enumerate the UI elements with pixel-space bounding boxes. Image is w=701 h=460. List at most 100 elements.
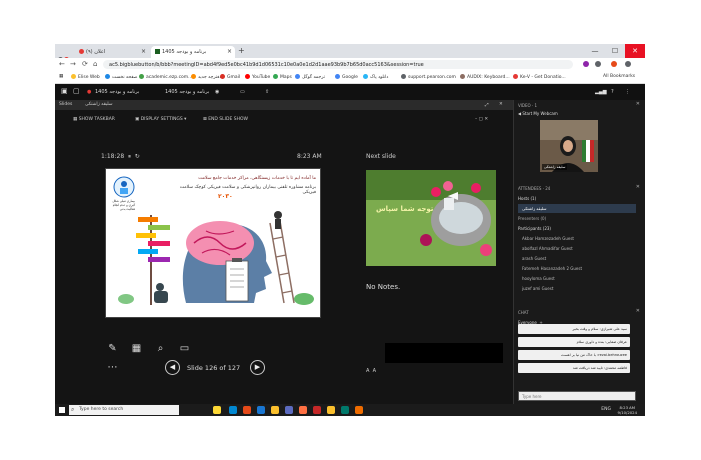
bookmark-item[interactable]: support.pearson.com: [401, 74, 456, 80]
forward-arrow-icon[interactable]: →: [70, 60, 76, 68]
close-icon[interactable]: ✕: [636, 308, 640, 314]
file-explorer-icon[interactable]: [271, 406, 279, 414]
speaker-notes: No Notes.: [366, 283, 401, 291]
window-control-icon[interactable]: – ▢ ✕: [475, 117, 488, 122]
minimize-button[interactable]: —: [585, 44, 605, 58]
back-arrow-icon[interactable]: ←: [59, 60, 65, 68]
firefox-icon[interactable]: [299, 406, 307, 414]
youtube-icon: [245, 74, 250, 79]
menu-dots-icon[interactable]: [625, 61, 631, 67]
office-icon[interactable]: [243, 406, 251, 414]
reload-icon[interactable]: ⟳: [82, 60, 88, 68]
extension-icon[interactable]: [595, 61, 601, 67]
language-indicator[interactable]: ENG: [601, 407, 611, 412]
presentation-header: Slides سلیقه زاشتکی ⤢ ✕: [55, 100, 513, 110]
users-toggle-icon[interactable]: ▣: [61, 87, 68, 95]
pen-icon[interactable]: ✎: [107, 343, 118, 354]
slide-grid-icon[interactable]: ▦: [131, 343, 142, 354]
bookmark-item[interactable]: دانلود پاک: [363, 74, 388, 80]
bookmark-icon: [191, 74, 196, 79]
chat-header: CHAT: [518, 310, 529, 315]
connection-icon: ▂▄▆: [595, 89, 607, 95]
close-icon[interactable]: ×: [141, 48, 146, 55]
start-webcam-button[interactable]: ◀ Start My Webcam: [518, 111, 558, 116]
host-row[interactable]: سلیقه زاشتکی: [518, 204, 636, 213]
magnifier-icon[interactable]: ⌕: [155, 343, 166, 354]
chat-input[interactable]: Type here: [518, 391, 636, 401]
participant-row[interactable]: Fatemeh Hasanzadeh 2 Guest: [518, 264, 636, 273]
close-icon[interactable]: ✕: [636, 184, 640, 190]
tab-label: (۹) اعلان: [86, 49, 106, 55]
bookmark-item[interactable]: AUDIX: Keyboard...: [460, 74, 510, 80]
apps-grid-icon[interactable]: ▦: [59, 74, 63, 79]
recording-dot-icon: ●: [87, 89, 92, 95]
extension-icon[interactable]: [583, 61, 589, 67]
home-icon[interactable]: ⌂: [93, 60, 97, 68]
close-icon[interactable]: ✕: [499, 102, 503, 107]
edge-icon[interactable]: [257, 406, 265, 414]
close-icon[interactable]: ×: [227, 48, 232, 55]
profile-avatar[interactable]: [611, 61, 617, 67]
bookmark-item[interactable]: ترجمه گوگل: [295, 74, 325, 80]
more-options-icon[interactable]: ⋯: [107, 362, 118, 373]
fullscreen-icon[interactable]: ⤢: [485, 102, 489, 108]
end-slideshow-button[interactable]: ⊠ END SLIDE SHOW: [203, 117, 248, 122]
screen-icon[interactable]: ▭: [179, 343, 190, 354]
bookmark-item[interactable]: Google: [335, 74, 358, 80]
bookmark-item[interactable]: صفحه نخست: [105, 74, 137, 80]
previous-slide-button[interactable]: ◀: [165, 360, 180, 375]
settings-menu-icon[interactable]: ⋮: [625, 89, 630, 95]
url-input[interactable]: ac5.bigbluebutton/b/bbb?meetingID=abd4f9…: [103, 60, 573, 69]
all-bookmarks[interactable]: All Bookmarks: [603, 74, 635, 79]
app-icon[interactable]: [355, 406, 363, 414]
participant-row[interactable]: hooyloma Guest: [518, 274, 636, 283]
webcams-header: VIDEO · 1: [518, 103, 538, 108]
tab-search-icon[interactable]: [58, 47, 72, 62]
taskbar-search-input[interactable]: ⌕ Type here to search: [69, 405, 179, 415]
slide-navigation: ◀ Slide 126 of 127 ▶: [165, 360, 265, 376]
bookmark-item[interactable]: Maps: [273, 74, 292, 80]
participant-row[interactable]: juzef ami Guest: [518, 284, 636, 293]
new-tab-button[interactable]: +: [238, 46, 245, 55]
next-slide-button[interactable]: ▶: [250, 360, 265, 375]
tab-notifications[interactable]: (۹) اعلان ×: [75, 46, 149, 58]
bookmark-item[interactable]: YouTube: [245, 74, 270, 80]
participant-row[interactable]: arash Guest: [518, 254, 636, 263]
chrome-icon[interactable]: [327, 406, 335, 414]
participant-row[interactable]: abolfazl Ahmadifar Guest: [518, 244, 636, 253]
share-icon[interactable]: ⇧: [265, 89, 269, 95]
tab-meeting[interactable]: برنامه و بودجه 1405 ×: [151, 46, 235, 58]
participant-row[interactable]: Akbar Hamzezadeh Guest: [518, 234, 636, 243]
bookmark-item[interactable]: دفترچه جدید: [191, 74, 221, 80]
gmail-icon: [220, 74, 225, 79]
maps-icon: [273, 74, 278, 79]
participants-label: Participants (23): [518, 226, 551, 231]
maximize-button[interactable]: ☐: [605, 44, 625, 58]
close-window-button[interactable]: ✕: [625, 44, 645, 58]
store-icon[interactable]: [285, 406, 293, 414]
windows-start-icon[interactable]: [59, 407, 65, 413]
taskbar-toggle[interactable]: ▦ SHOW TASKBAR: [73, 117, 115, 122]
display-settings-button[interactable]: ▣ DISPLAY SETTINGS ▾: [135, 117, 186, 122]
webcam-name: سلیقه زاشتکی: [542, 164, 568, 170]
taskbar-clock[interactable]: 8:23 AM 9/10/2024: [618, 405, 637, 415]
attendees-section: ATTENDEES · 24 ✕ Hosts (1) سلیقه زاشتکی …: [514, 184, 645, 306]
help-icon[interactable]: ?: [611, 89, 614, 95]
task-view-icon[interactable]: [229, 406, 237, 414]
mic-icon[interactable]: ◉: [215, 89, 219, 95]
font-size-controls[interactable]: A A: [366, 368, 376, 374]
chat-message: rezai.behrouzee: با خاک من نیا بر اهست: [518, 350, 630, 360]
meeting-top-bar: ▣ ▢ ● برنامه و بودجه 1405 برنامه و بودجه…: [55, 84, 645, 100]
bookmark-item[interactable]: academic.ezp.com...: [139, 74, 192, 80]
app-icon[interactable]: [341, 406, 349, 414]
bookmark-item[interactable]: Ke-V - Get Donatio...: [513, 74, 566, 80]
address-bar: ← → ⟳ ⌂ ac5.bigbluebutton/b/bbb?meetingI…: [55, 58, 645, 71]
chat-toggle-icon[interactable]: ▢: [73, 87, 80, 95]
widgets-icon[interactable]: [213, 406, 221, 414]
bookmark-item[interactable]: Elise Web: [71, 74, 100, 80]
close-icon[interactable]: ✕: [636, 101, 640, 107]
bookmark-icon: [363, 74, 368, 79]
camera-icon[interactable]: ▭: [240, 89, 245, 95]
bookmark-item[interactable]: Gmail: [220, 74, 240, 80]
powerpoint-icon[interactable]: [313, 406, 321, 414]
